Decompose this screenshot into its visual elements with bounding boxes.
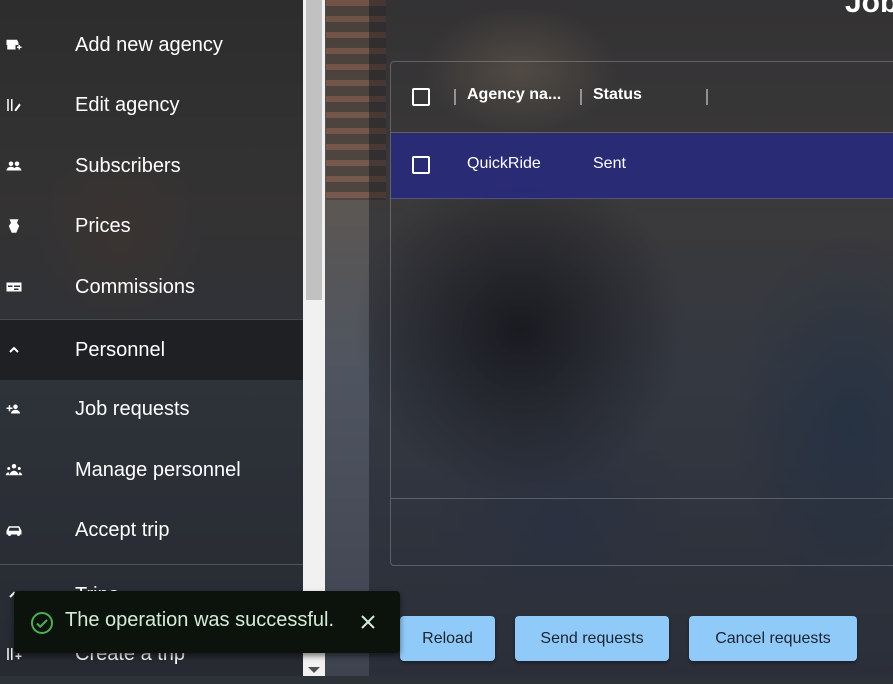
- car-icon: [4, 520, 24, 540]
- sidebar-item-label: Manage personnel: [75, 458, 241, 481]
- column-separator[interactable]: [454, 89, 456, 105]
- sidebar: Add new agency Edit agency Subscribers P…: [0, 0, 303, 676]
- sidebar-item-commissions[interactable]: Commissions: [0, 257, 303, 317]
- send-requests-button[interactable]: Send requests: [515, 616, 669, 661]
- sidebar-item-job-requests[interactable]: Job requests: [0, 379, 303, 439]
- sidebar-item-manage-personnel[interactable]: Manage personnel: [0, 440, 303, 500]
- close-icon[interactable]: [359, 613, 377, 631]
- chevron-up-icon: [6, 342, 22, 358]
- column-separator[interactable]: [706, 89, 708, 105]
- column-header-agency[interactable]: Agency na...: [467, 86, 561, 104]
- sidebar-item-accept-trip[interactable]: Accept trip: [0, 500, 303, 560]
- success-snackbar: The operation was successful.: [14, 591, 400, 653]
- sidebar-item-label: Job requests: [75, 397, 190, 420]
- sidebar-item-label: Edit agency: [75, 93, 180, 116]
- cell-status: Sent: [593, 155, 626, 172]
- page-title: Job: [845, 0, 893, 19]
- sidebar-group-personnel[interactable]: Personnel: [0, 319, 303, 380]
- column-separator[interactable]: [580, 89, 582, 105]
- sidebar-item-label: Subscribers: [75, 154, 181, 177]
- table-row[interactable]: QuickRide Sent: [391, 133, 893, 199]
- scrollbar-thumb[interactable]: [306, 0, 322, 300]
- success-check-icon: [31, 612, 53, 634]
- scroll-down-arrow-icon[interactable]: [308, 667, 320, 673]
- sidebar-group-label: Personnel: [75, 338, 166, 361]
- reload-button[interactable]: Reload: [400, 616, 495, 661]
- cell-agency: QuickRide: [467, 155, 541, 172]
- sidebar-item-label: Accept trip: [75, 518, 170, 541]
- snackbar-message: The operation was successful.: [65, 609, 335, 631]
- grid-header: Agency na... Status: [391, 62, 893, 133]
- select-all-checkbox[interactable]: [412, 88, 430, 106]
- people-icon: [4, 460, 24, 480]
- edit-list-icon: [4, 95, 24, 115]
- sidebar-item-label: Add new agency: [75, 33, 223, 56]
- sidebar-item-add-agency[interactable]: Add new agency: [0, 15, 303, 75]
- group-icon: [4, 156, 24, 176]
- sidebar-item-label: Prices: [75, 214, 131, 237]
- price-tag-icon: [4, 216, 24, 236]
- grid-footer-divider: [391, 498, 893, 499]
- data-grid: Agency na... Status QuickRide Sent: [390, 61, 893, 566]
- sidebar-item-subscribers[interactable]: Subscribers: [0, 136, 303, 196]
- row-checkbox[interactable]: [412, 156, 430, 174]
- sidebar-item-label: Commissions: [75, 275, 196, 298]
- person-add-icon: [4, 399, 24, 419]
- sidebar-item-prices[interactable]: Prices: [0, 196, 303, 256]
- sidebar-item-edit-agency[interactable]: Edit agency: [0, 75, 303, 135]
- sidebar-scrollbar[interactable]: [303, 0, 325, 676]
- cancel-requests-button[interactable]: Cancel requests: [689, 616, 857, 661]
- add-business-icon: [4, 35, 24, 55]
- money-card-icon: [4, 277, 24, 297]
- column-header-status[interactable]: Status: [593, 86, 642, 104]
